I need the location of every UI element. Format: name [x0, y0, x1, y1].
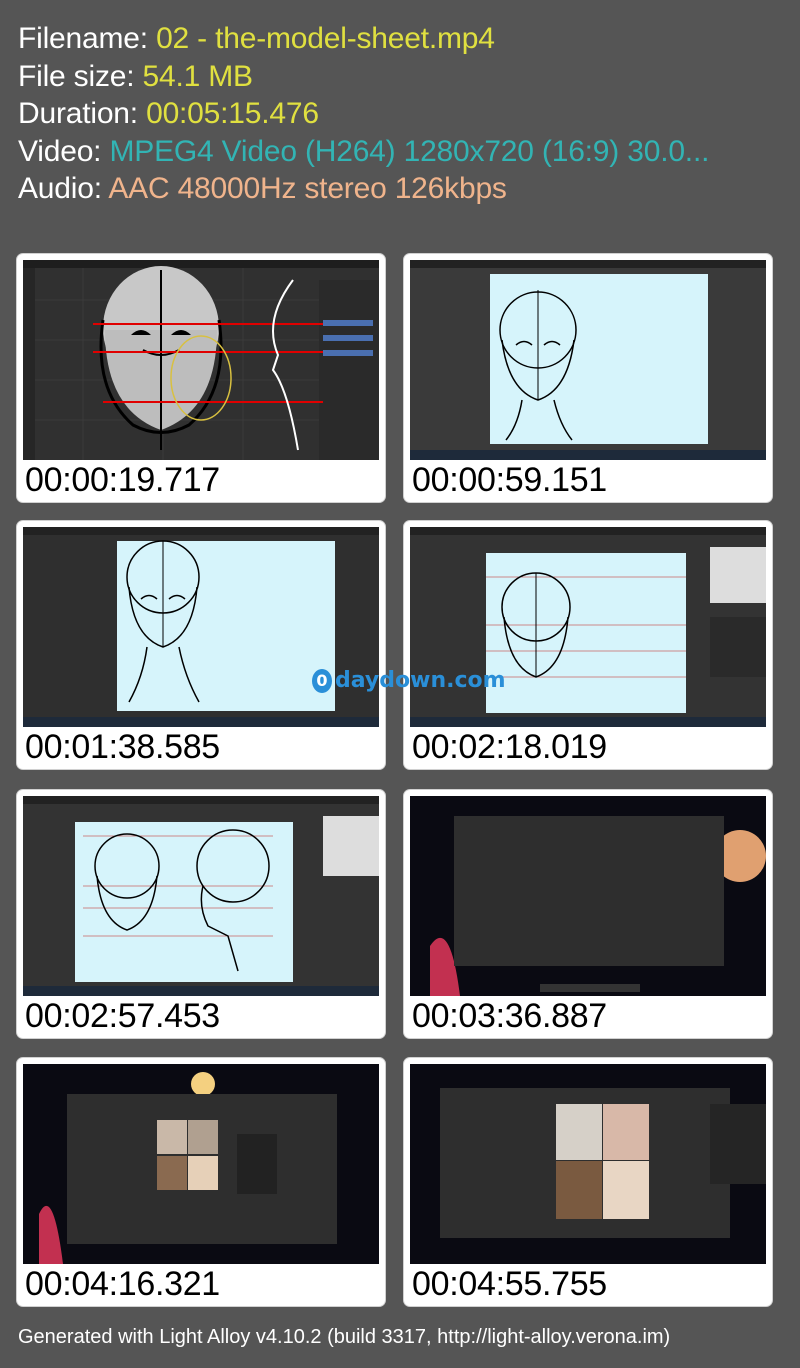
duration-label: Duration: — [18, 97, 147, 130]
thumbnail-timestamp-3: 00:01:38.585 — [25, 728, 220, 766]
filesize-label: File size: — [18, 59, 143, 93]
thumbnail-card-5[interactable]: 00:02:57.453 — [16, 789, 386, 1039]
file-info: Filename: 02 - the-model-sheet.mp4 File … — [18, 20, 709, 208]
thumbnail-image-6 — [410, 796, 766, 996]
watermark-logo-icon: 0 — [312, 668, 332, 693]
thumbnail-timestamp-1: 00:00:19.717 — [25, 461, 220, 499]
thumbnail-image-7 — [23, 1064, 379, 1264]
filesize-value: 54.1 MB — [142, 59, 254, 93]
watermark: 0 daydown.com — [312, 668, 506, 693]
video-label: Video: — [18, 134, 110, 168]
thumbnail-card-3[interactable]: 00:01:38.585 — [16, 520, 386, 770]
thumbnail-image-5 — [23, 796, 379, 996]
thumbnail-image-4 — [410, 527, 766, 727]
footer-credit: Generated with Light Alloy v4.10.2 (buil… — [18, 1326, 671, 1348]
audio-label: Audio: — [18, 172, 109, 205]
watermark-text: daydown.com — [335, 668, 506, 693]
duration-value: 00:05:15.476 — [146, 97, 319, 130]
filename-value: 02 - the-model-sheet.mp4 — [156, 22, 495, 55]
thumbnail-timestamp-4: 00:02:18.019 — [412, 728, 607, 766]
thumbnail-image-8 — [410, 1064, 766, 1264]
duration-line: Duration: 00:05:15.476 — [18, 95, 709, 133]
thumbnail-image-3 — [23, 527, 379, 727]
video-line: Video: MPEG4 Video (H264) 1280x720 (16:9… — [18, 133, 709, 171]
thumbnail-image-1 — [23, 260, 379, 460]
thumbnail-card-7[interactable]: 00:04:16.321 — [16, 1057, 386, 1307]
thumbnail-card-6[interactable]: 00:03:36.887 — [403, 789, 773, 1039]
filename-label: Filename: — [18, 22, 157, 55]
filename-line: Filename: 02 - the-model-sheet.mp4 — [18, 20, 709, 58]
audio-line: Audio: AAC 48000Hz stereo 126kbps — [18, 170, 709, 208]
thumbnail-timestamp-8: 00:04:55.755 — [412, 1265, 607, 1303]
thumbnail-card-2[interactable]: 00:00:59.151 — [403, 253, 773, 503]
thumbnail-timestamp-6: 00:03:36.887 — [412, 997, 607, 1035]
video-value: MPEG4 Video (H264) 1280x720 (16:9) 30.0.… — [109, 134, 710, 168]
thumbnail-timestamp-2: 00:00:59.151 — [412, 461, 607, 499]
filesize-line: File size: 54.1 MB — [18, 58, 709, 96]
thumbnail-image-2 — [410, 260, 766, 460]
thumbnail-card-8[interactable]: 00:04:55.755 — [403, 1057, 773, 1307]
thumbnail-card-1[interactable]: 00:00:19.717 — [16, 253, 386, 503]
thumbnail-timestamp-5: 00:02:57.453 — [25, 997, 220, 1035]
thumbnail-timestamp-7: 00:04:16.321 — [25, 1265, 220, 1303]
thumbnail-card-4[interactable]: 00:02:18.019 — [403, 520, 773, 770]
audio-value: AAC 48000Hz stereo 126kbps — [108, 172, 507, 205]
